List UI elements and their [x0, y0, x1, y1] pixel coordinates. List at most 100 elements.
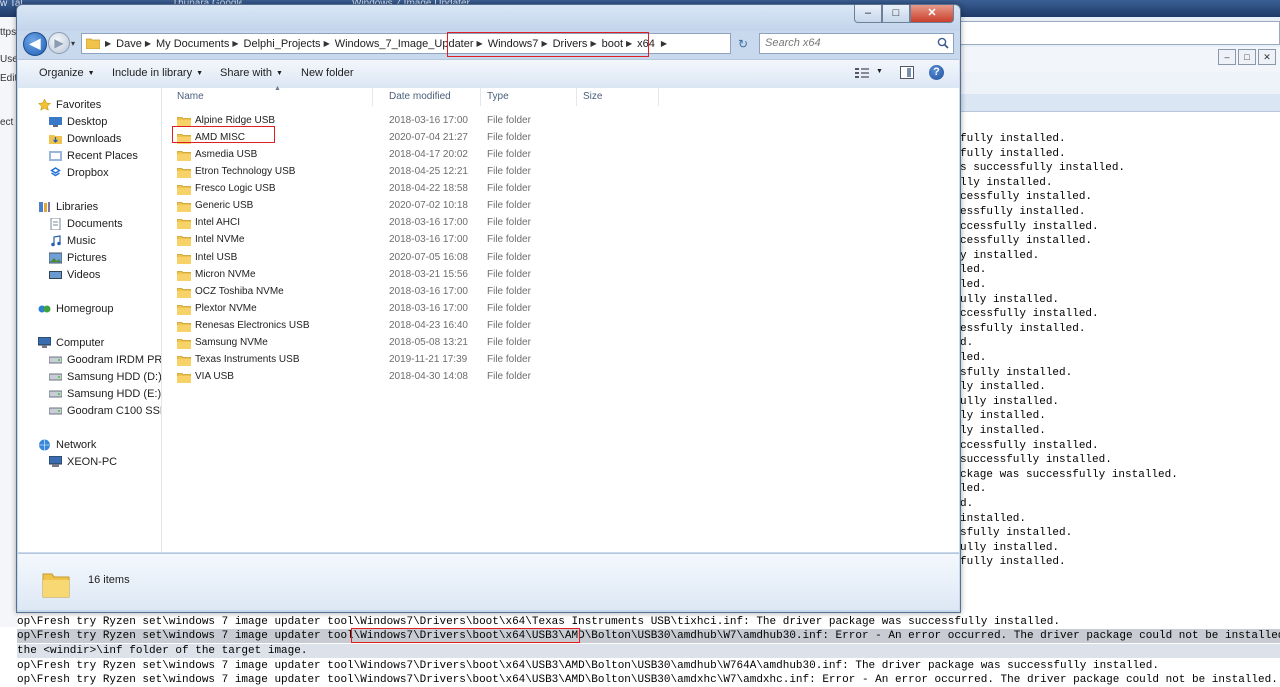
nav-item-label: Favorites	[56, 99, 102, 111]
console-line: the <windir>\inf folder of the target im…	[17, 644, 1280, 658]
file-type: File folder	[487, 234, 531, 246]
file-row[interactable]: Micron NVMe 2018-03-21 15:56 File folder	[162, 267, 959, 284]
nav-desktop[interactable]: Desktop	[49, 114, 107, 130]
help-icon[interactable]: ?	[929, 65, 944, 80]
minimize-button[interactable]: –	[854, 5, 882, 23]
share-with-button[interactable]: Share with ▼	[220, 67, 283, 79]
nav-libraries[interactable]: Libraries	[38, 199, 98, 215]
breadcrumb-chevron-icon[interactable]: ▶	[232, 39, 238, 48]
file-row[interactable]: Renesas Electronics USB 2018-04-23 16:40 F…	[162, 318, 959, 335]
file-name: Plextor NVMe	[195, 302, 257, 314]
file-name: Generic USB	[195, 200, 254, 212]
recent-pages-dropdown[interactable]: ▾	[71, 39, 75, 48]
navigation-pane: Favorites Desktop Downloads Recent Places Dr…	[18, 88, 162, 552]
file-row[interactable]: Intel USB 2020-07-05 16:08 File folder	[162, 250, 959, 267]
file-row[interactable]: VIA USB 2018-04-30 14:08 File folder	[162, 369, 959, 386]
bg-left-label: ttps	[0, 27, 17, 38]
organize-button[interactable]: Organize ▼	[39, 67, 95, 79]
forward-button[interactable]: ▶	[48, 32, 70, 54]
nav-item-label: Documents	[67, 218, 123, 230]
console-line: op\Fresh try Ryzen set\windows 7 image u…	[17, 629, 1280, 643]
breadcrumb-item[interactable]: ▶ Delphi_Projects	[229, 38, 320, 50]
breadcrumb-chevron-icon[interactable]: ▶	[324, 39, 330, 48]
nav-homegroup[interactable]: Homegroup	[38, 301, 113, 317]
nav-dropbox[interactable]: Dropbox	[49, 165, 109, 181]
file-row[interactable]: Asmedia USB 2018-04-17 20:02 File folder	[162, 147, 959, 164]
nav-drive-goodram-irdm[interactable]: Goodram IRDM PRO S	[49, 352, 161, 368]
file-row[interactable]: OCZ Toshiba NVMe 2018-03-16 17:00 File fol…	[162, 284, 959, 301]
nav-documents[interactable]: Documents	[49, 216, 123, 232]
nav-pictures[interactable]: Pictures	[49, 250, 107, 266]
file-name: Alpine Ridge USB	[195, 115, 276, 126]
nav-drive-f[interactable]: Goodram C100 SSD (F:	[49, 403, 161, 419]
preview-pane-icon[interactable]	[900, 66, 914, 79]
refresh-button[interactable]: ↻	[735, 36, 751, 52]
search-input[interactable]: Search x64	[759, 33, 954, 54]
file-row[interactable]: Samsung NVMe 2018-05-08 13:21 File folder	[162, 335, 959, 352]
folder-icon	[177, 219, 191, 230]
views-dropdown-icon[interactable]: ▼	[876, 68, 883, 75]
nav-videos[interactable]: Videos	[49, 267, 100, 283]
console-line: ccessfully installed.	[960, 308, 1099, 321]
search-icon[interactable]	[937, 37, 949, 49]
bg-left-label: Edit	[0, 73, 18, 84]
console-path-highlight-box	[351, 628, 580, 643]
nav-drive-e[interactable]: Samsung HDD (E:)	[49, 386, 161, 402]
file-date-modified: 2018-04-17 20:02	[389, 149, 468, 161]
dropbox-icon	[50, 167, 61, 177]
bg-restore-icon[interactable]: □	[1238, 49, 1256, 65]
background-address-input[interactable]	[950, 21, 1280, 45]
nav-item-label: XEON-PC	[67, 456, 118, 468]
console-line: successfully installed.	[960, 454, 1112, 467]
file-row[interactable]: Intel NVMe 2018-03-16 17:00 File folder	[162, 232, 959, 249]
explorer-titlebar[interactable]: – □ ✕	[17, 5, 960, 31]
drive-icon	[49, 373, 62, 381]
file-date-modified: 2020-07-05 16:08	[389, 251, 468, 263]
nav-downloads[interactable]: Downloads	[49, 131, 121, 147]
breadcrumb-item[interactable]: ▶ My Documents	[142, 38, 230, 50]
folder-icon	[177, 253, 191, 264]
file-row[interactable]: Fresco Logic USB 2018-04-22 18:58 File fol…	[162, 181, 959, 198]
chevron-down-icon: ▼	[196, 70, 204, 77]
back-button[interactable]: ◀	[23, 32, 47, 56]
close-button[interactable]: ✕	[910, 5, 954, 23]
share-with-label: Share with	[220, 67, 272, 79]
breadcrumb-item[interactable]: ▶ Dave	[102, 38, 142, 50]
file-row[interactable]: Texas Instruments USB 2019-11-21 17:39 Fil…	[162, 352, 959, 369]
column-header-type[interactable]: Type	[481, 88, 577, 106]
nav-item-label: Recent Places	[67, 150, 138, 162]
file-row[interactable]: Alpine Ridge USB 2018-03-16 17:00 File fol…	[162, 113, 959, 130]
nav-favorites[interactable]: Favorites	[38, 97, 101, 113]
file-row[interactable]: Etron Technology USB 2018-04-25 12:21 File…	[162, 164, 959, 181]
maximize-button[interactable]: □	[882, 5, 910, 23]
file-row[interactable]: Intel AHCI 2018-03-16 17:00 File folder	[162, 215, 959, 232]
background-window-buttons: – □ ✕	[1218, 49, 1278, 65]
nav-computer[interactable]: Computer	[38, 335, 104, 351]
column-header-date-modified[interactable]: Date modified	[383, 88, 481, 106]
file-name: VIA USB	[195, 371, 234, 383]
file-row[interactable]: AMD MISC 2020-07-04 21:27 File folder	[162, 130, 959, 147]
file-name: Fresco Logic USB	[195, 183, 276, 195]
file-date-modified: 2018-04-25 12:21	[389, 166, 468, 178]
nav-recent-places[interactable]: Recent Places	[49, 148, 138, 164]
nav-music[interactable]: Music	[49, 233, 96, 249]
nav-network[interactable]: Network	[38, 437, 96, 453]
column-header-name[interactable]: Name	[162, 88, 373, 106]
views-icon[interactable]	[854, 67, 870, 79]
new-folder-button[interactable]: New folder	[301, 67, 354, 79]
bg-close-icon[interactable]: ✕	[1258, 49, 1276, 65]
console-line: ully installed.	[960, 395, 1060, 408]
breadcrumb-chevron-icon[interactable]: ▶	[145, 39, 151, 48]
breadcrumb-chevron-icon[interactable]: ▶	[105, 39, 111, 48]
breadcrumb-chevron-icon[interactable]: ▶	[661, 39, 667, 48]
include-in-library-button[interactable]: Include in library ▼	[112, 67, 203, 79]
file-row[interactable]: Plextor NVMe 2018-03-16 17:00 File folder	[162, 301, 959, 318]
desktop-icon	[49, 117, 62, 127]
column-header-size[interactable]: Size	[577, 88, 659, 106]
file-row[interactable]: Generic USB 2020-07-02 10:18 File folder	[162, 198, 959, 215]
nav-item-label: Videos	[67, 269, 101, 281]
nav-xeon-pc[interactable]: XEON-PC	[49, 454, 117, 470]
nav-drive-d[interactable]: Samsung HDD (D:)	[49, 369, 161, 385]
sort-ascending-icon: ▲	[274, 85, 281, 92]
bg-minimize-icon[interactable]: –	[1218, 49, 1236, 65]
